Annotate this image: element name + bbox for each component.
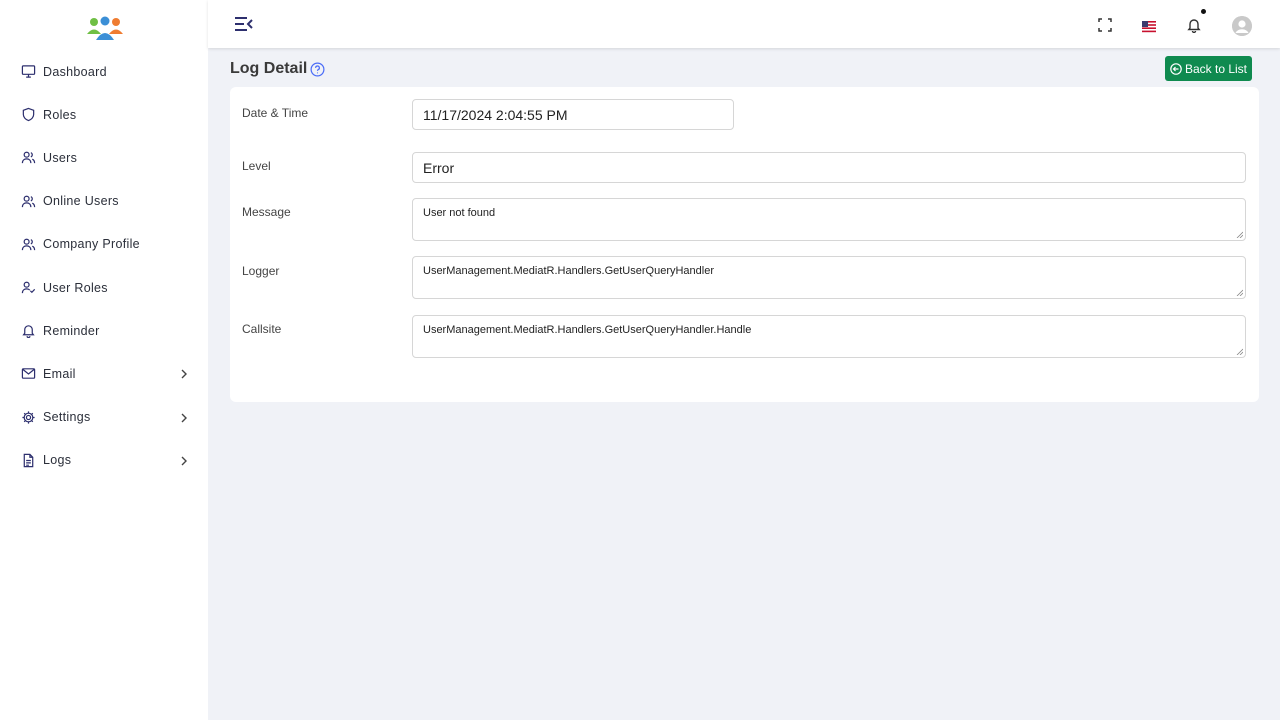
sidebar: Dashboard Roles Users Online Users Compa…: [0, 0, 208, 720]
sidebar-item-user-roles[interactable]: User Roles: [0, 266, 208, 309]
sidebar-item-roles[interactable]: Roles: [0, 93, 208, 136]
sidebar-item-label: Reminder: [43, 323, 100, 338]
log-detail-card: Date & Time 11/17/2024 2:04:55 PM Level …: [230, 87, 1259, 402]
back-to-list-button[interactable]: Back to List: [1165, 56, 1252, 81]
sidebar-item-label: Dashboard: [43, 64, 107, 79]
callsite-field[interactable]: UserManagement.MediatR.Handlers.GetUserQ…: [412, 315, 1246, 358]
sidebar-item-dashboard[interactable]: Dashboard: [0, 50, 208, 93]
chevron-right-icon: [181, 456, 187, 466]
sidebar-item-label: Online Users: [43, 194, 119, 209]
shield-icon: [21, 107, 36, 122]
sidebar-item-label: Users: [43, 150, 78, 165]
bell-icon: [21, 323, 36, 339]
sidebar-nav: Dashboard Roles Users Online Users Compa…: [0, 50, 208, 482]
resize-handle-icon[interactable]: [1236, 348, 1243, 355]
date-time-field[interactable]: 11/17/2024 2:04:55 PM: [412, 99, 734, 130]
sidebar-item-label: Roles: [43, 107, 77, 122]
notification-dot: [1201, 9, 1206, 14]
logger-field[interactable]: UserManagement.MediatR.Handlers.GetUserQ…: [412, 256, 1246, 299]
chevron-right-icon: [181, 413, 187, 422]
users-icon: [21, 150, 36, 165]
sidebar-item-reminder[interactable]: Reminder: [0, 309, 208, 352]
sidebar-item-online-users[interactable]: Online Users: [0, 180, 208, 223]
level-label: Level: [242, 159, 271, 173]
message-field[interactable]: User not found: [412, 198, 1246, 241]
date-time-label: Date & Time: [242, 106, 309, 120]
file-text-icon: [21, 453, 36, 468]
us-flag-icon[interactable]: [1142, 21, 1156, 34]
callsite-label: Callsite: [242, 322, 282, 336]
fullscreen-icon[interactable]: [1097, 17, 1113, 33]
sidebar-item-label: Settings: [43, 410, 91, 425]
level-field[interactable]: Error: [412, 152, 1246, 183]
menu-collapse-icon[interactable]: [234, 16, 254, 32]
callsite-text: UserManagement.MediatR.Handlers.GetUserQ…: [423, 324, 752, 336]
sidebar-item-label: Email: [43, 366, 76, 381]
logger-text: UserManagement.MediatR.Handlers.GetUserQ…: [423, 265, 715, 277]
users-icon: [21, 237, 36, 252]
question-circle-icon[interactable]: [310, 62, 325, 77]
message-label: Message: [242, 205, 291, 219]
sidebar-item-email[interactable]: Email: [0, 352, 208, 395]
gear-icon: [21, 410, 36, 425]
logo-icon[interactable]: [86, 16, 124, 42]
users-icon: [21, 194, 36, 209]
avatar[interactable]: [1232, 16, 1252, 36]
sidebar-item-label: User Roles: [43, 280, 108, 295]
resize-handle-icon[interactable]: [1236, 231, 1243, 238]
arrow-left-circle-icon: [1170, 62, 1182, 75]
message-text: User not found: [423, 207, 496, 219]
avatar-icon: [1232, 16, 1252, 36]
resize-handle-icon[interactable]: [1236, 289, 1243, 296]
monitor-icon: [21, 64, 36, 79]
sidebar-item-company-profile[interactable]: Company Profile: [0, 223, 208, 266]
logger-label: Logger: [242, 264, 280, 278]
sidebar-item-label: Logs: [43, 453, 72, 468]
sidebar-item-settings[interactable]: Settings: [0, 396, 208, 439]
sidebar-item-logs[interactable]: Logs: [0, 439, 208, 482]
page-title: Log Detail: [230, 60, 308, 77]
sidebar-item-users[interactable]: Users: [0, 136, 208, 179]
back-to-list-label: Back to List: [1184, 61, 1248, 76]
mail-icon: [21, 366, 36, 381]
bell-icon[interactable]: [1186, 17, 1202, 33]
sidebar-item-label: Company Profile: [43, 237, 140, 252]
topbar: [208, 0, 1280, 48]
chevron-right-icon: [181, 369, 187, 379]
user-check-icon: [21, 280, 36, 295]
